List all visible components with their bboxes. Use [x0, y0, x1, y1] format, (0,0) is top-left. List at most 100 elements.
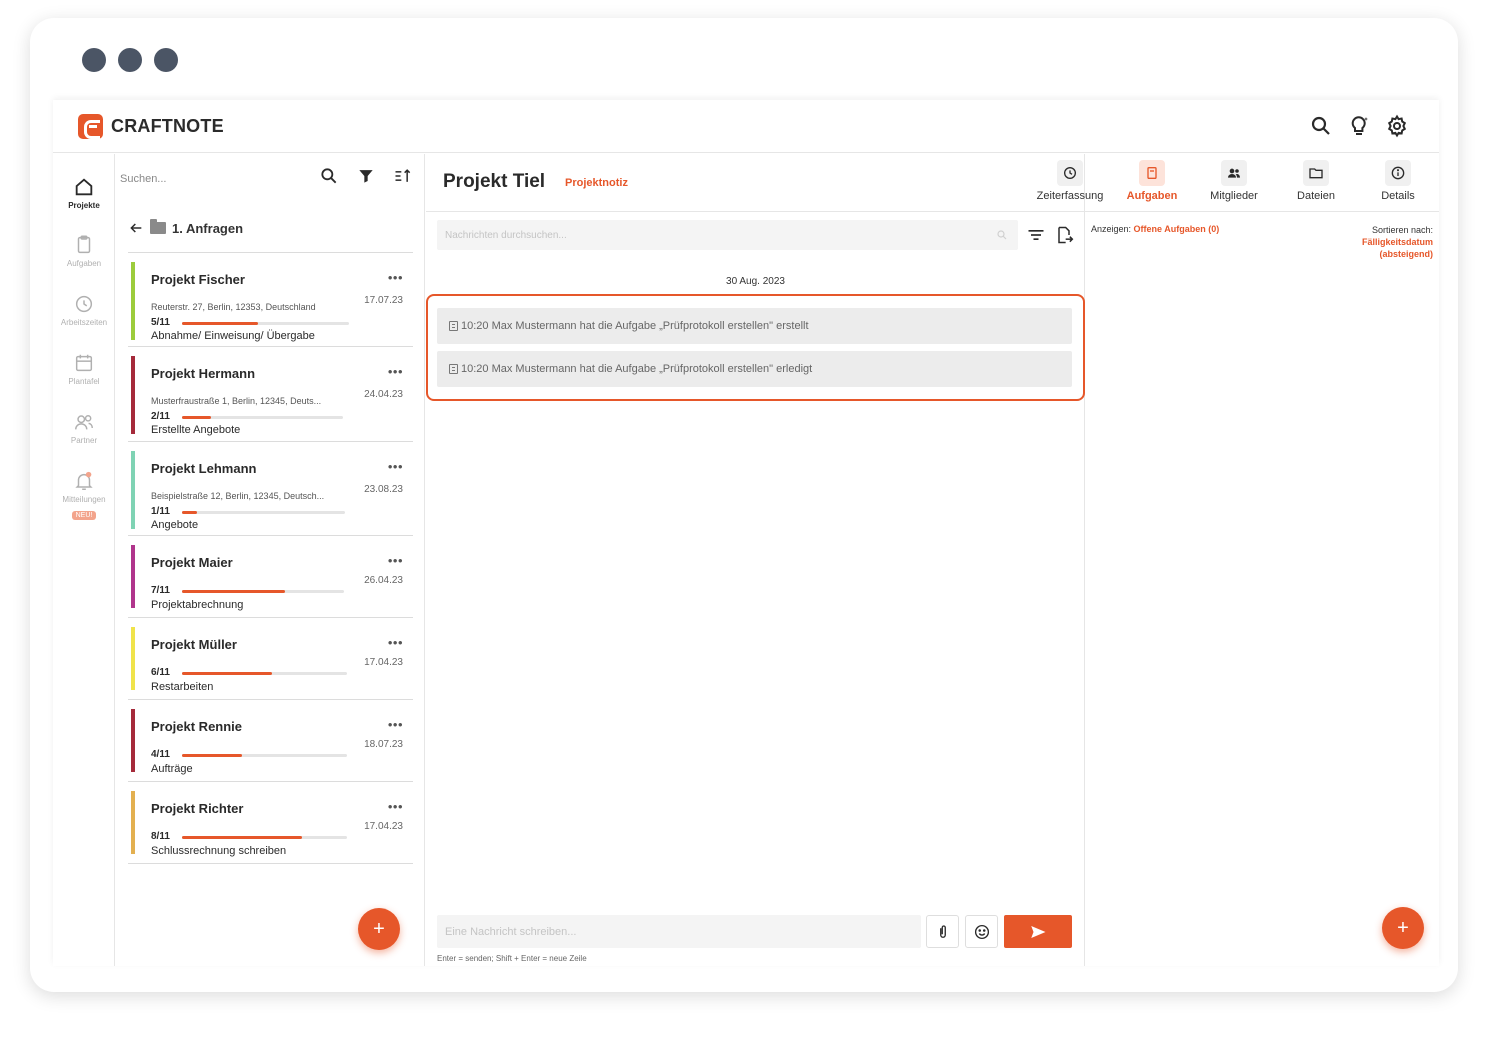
window-dot-1[interactable] [82, 48, 106, 72]
message-input[interactable] [445, 915, 905, 948]
project-date: 18.07.23 [364, 739, 403, 750]
task-filter-value[interactable]: Offene Aufgaben (0) [1134, 224, 1220, 234]
emoji-button[interactable] [965, 915, 998, 948]
progress-track [182, 672, 347, 675]
message-search-input[interactable] [445, 220, 985, 250]
filter-icon[interactable] [356, 166, 376, 186]
project-item[interactable]: Projekt Fischer ••• 17.07.23 Reuterstr. … [131, 262, 413, 342]
attach-button[interactable] [926, 915, 959, 948]
progress-track [182, 590, 344, 593]
project-name: Projekt Rennie [151, 719, 243, 734]
nav-item-mitteilungen[interactable]: Mitteilungen NEU! [53, 470, 115, 522]
search-icon[interactable] [319, 166, 339, 186]
task-sort-value[interactable]: Fälligkeitsdatum (absteigend) [1347, 236, 1433, 260]
back-arrow-icon[interactable] [128, 220, 144, 236]
filter-lines-icon[interactable] [1026, 225, 1046, 245]
list-divider [128, 346, 413, 347]
nav-label: Projekte [68, 201, 100, 210]
tab-aufgaben[interactable]: Aufgaben [1111, 160, 1193, 202]
more-options-icon[interactable]: ••• [388, 270, 403, 285]
project-item[interactable]: Projekt Maier ••• 26.04.23 7/11 Projekta… [131, 545, 413, 611]
more-options-icon[interactable]: ••• [388, 799, 403, 814]
folder-breadcrumb[interactable]: 1. Anfragen [128, 219, 243, 236]
system-message: 10:20 Max Mustermann hat die Aufgabe „Pr… [437, 351, 1072, 387]
list-divider [128, 617, 413, 618]
task-sort-label: Sortieren nach: [1371, 225, 1433, 235]
message-text: 10:20 Max Mustermann hat die Aufgabe „Pr… [461, 363, 813, 375]
project-stage: Aufträge [151, 763, 193, 775]
project-stage: Schlussrechnung schreiben [151, 845, 287, 857]
lightbulb-icon[interactable] [1347, 114, 1371, 138]
progress-count: 6/11 [151, 667, 170, 678]
gear-icon[interactable] [1385, 114, 1409, 138]
message-composer [437, 915, 921, 948]
project-item[interactable]: Projekt Lehmann ••• 23.08.23 Beispielstr… [131, 451, 413, 531]
window-dot-3[interactable] [154, 48, 178, 72]
folder-icon [1309, 168, 1323, 179]
window-frame: CRAFTNOTE Projekte Aufgaben Arbeitszeite… [30, 18, 1458, 992]
project-stage: Angebote [151, 519, 199, 531]
tasks-panel: Anzeigen: Offene Aufgaben (0) Sortieren … [1086, 212, 1439, 966]
progress-fill [182, 836, 302, 839]
progress-count: 1/11 [151, 506, 170, 517]
nav-label: Arbeitszeiten [60, 318, 108, 327]
more-options-icon[interactable]: ••• [388, 364, 403, 379]
nav-item-aufgaben[interactable]: Aufgaben [53, 234, 115, 268]
nav-item-arbeitszeiten[interactable]: Arbeitszeiten [53, 293, 115, 327]
calendar-icon [75, 354, 93, 372]
nav-item-plantafel[interactable]: Plantafel [53, 352, 115, 386]
project-date: 17.07.23 [364, 295, 403, 306]
search-icon[interactable] [1309, 114, 1333, 138]
window-dot-2[interactable] [118, 48, 142, 72]
more-options-icon[interactable]: ••• [388, 459, 403, 474]
project-color-bar [131, 709, 135, 772]
export-file-icon[interactable] [1054, 225, 1074, 245]
project-item[interactable]: Projekt Richter ••• 17.04.23 8/11 Schlus… [131, 791, 413, 857]
project-name: Projekt Fischer [151, 272, 245, 287]
search-icon[interactable] [996, 229, 1008, 241]
list-divider [128, 252, 413, 253]
chat-tools [1026, 225, 1074, 245]
project-color-bar [131, 451, 135, 529]
tab-zeiterfassung[interactable]: Zeiterfassung [1029, 160, 1111, 202]
more-options-icon[interactable]: ••• [388, 635, 403, 650]
project-item[interactable]: Projekt Rennie ••• 18.07.23 4/11 Aufträg… [131, 709, 413, 775]
project-date: 26.04.23 [364, 575, 403, 586]
project-stage: Restarbeiten [151, 681, 214, 693]
tab-mitglieder[interactable]: Mitglieder [1193, 160, 1275, 202]
task-filter[interactable]: Anzeigen: Offene Aufgaben (0) [1091, 224, 1219, 234]
progress-count: 5/11 [151, 317, 170, 328]
project-item[interactable]: Projekt Müller ••• 17.04.23 6/11 Restarb… [131, 627, 413, 693]
nav-item-projekte[interactable]: Projekte [53, 176, 115, 210]
info-icon [1391, 166, 1405, 180]
project-color-bar [131, 791, 135, 854]
brand-name: CRAFTNOTE [111, 116, 224, 136]
list-divider [128, 535, 413, 536]
task-sort[interactable]: Sortieren nach: Fälligkeitsdatum (abstei… [1347, 224, 1433, 260]
project-item[interactable]: Projekt Hermann ••• 24.04.23 Musterfraus… [131, 356, 413, 436]
tab-dateien[interactable]: Dateien [1275, 160, 1357, 202]
project-search-input[interactable] [120, 168, 310, 190]
task-icon [449, 364, 458, 374]
progress-fill [182, 754, 242, 757]
project-color-bar [131, 262, 135, 340]
project-address: Musterfraustraße 1, Berlin, 12345, Deuts… [151, 396, 322, 406]
add-project-button[interactable]: + [358, 908, 400, 950]
progress-count: 2/11 [151, 411, 170, 422]
members-icon [1228, 168, 1240, 178]
system-message: 10:20 Max Mustermann hat die Aufgabe „Pr… [437, 308, 1072, 344]
project-stage: Abnahme/ Einweisung/ Übergabe [151, 330, 315, 342]
send-button[interactable] [1004, 915, 1072, 948]
nav-item-partner[interactable]: Partner [53, 411, 115, 445]
add-task-button[interactable]: + [1382, 907, 1424, 949]
logo-icon [78, 114, 103, 139]
progress-fill [182, 511, 197, 514]
sort-icon[interactable] [393, 166, 413, 186]
tab-details[interactable]: Details [1357, 160, 1439, 202]
tab-label: Mitglieder [1210, 190, 1258, 202]
more-options-icon[interactable]: ••• [388, 553, 403, 568]
logo[interactable]: CRAFTNOTE [78, 114, 224, 139]
list-search-row [116, 154, 425, 202]
clock-icon [75, 295, 93, 313]
more-options-icon[interactable]: ••• [388, 717, 403, 732]
